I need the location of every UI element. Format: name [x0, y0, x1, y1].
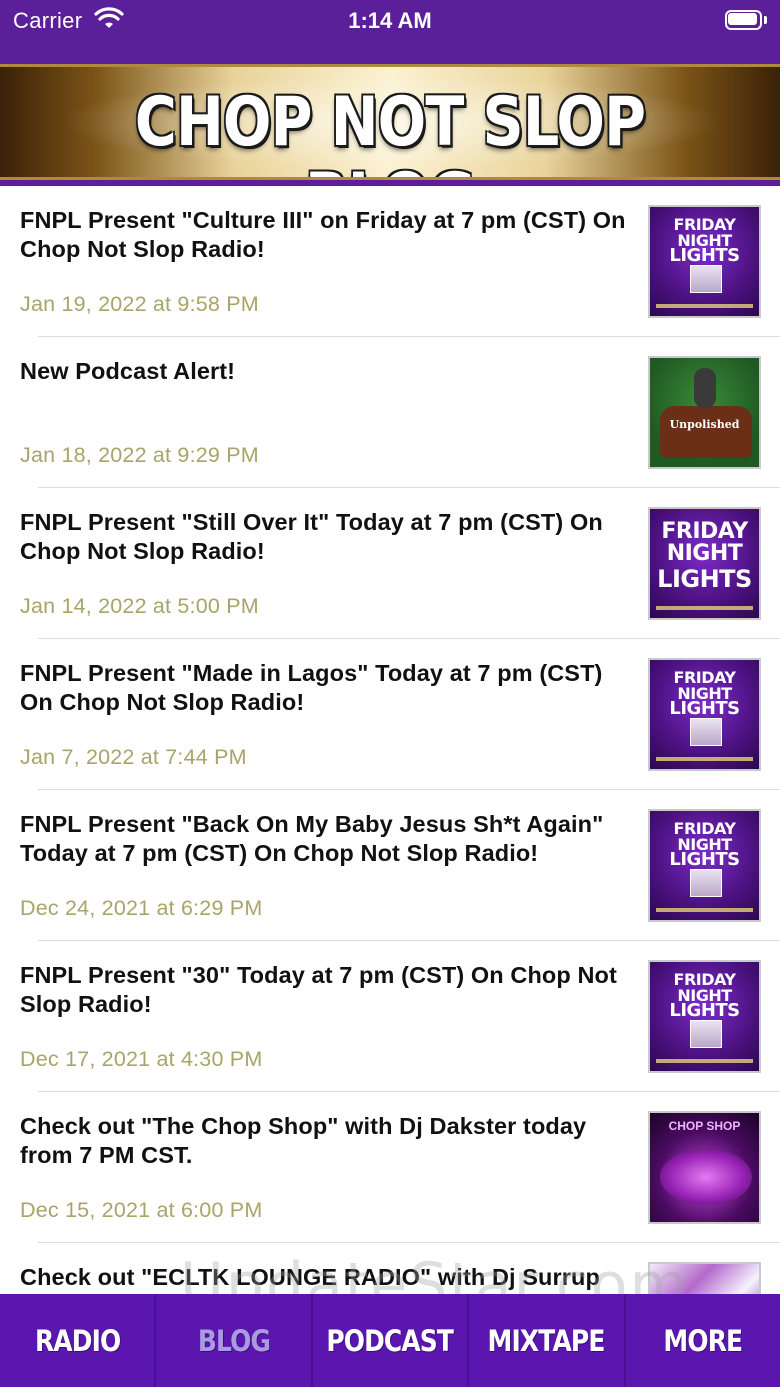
banner-title: CHOP NOT SLOP BLOG: [134, 83, 646, 178]
list-item[interactable]: FNPL Present "Back On My Baby Jesus Sh*t…: [0, 790, 780, 941]
tab-blog[interactable]: BLOG: [156, 1294, 313, 1387]
tab-label: MORE: [663, 1323, 743, 1358]
clock: 1:14 AM: [348, 8, 432, 33]
post-date: Dec 15, 2021 at 6:00 PM: [20, 1198, 263, 1222]
blog-banner: CHOP NOT SLOP BLOG: [0, 58, 780, 186]
post-title: FNPL Present "Back On My Baby Jesus Sh*t…: [20, 811, 604, 866]
list-item[interactable]: FNPL Present "Culture III" on Friday at …: [0, 186, 780, 337]
post-thumbnail: FRIDAY NIGHT LIGHTS: [648, 960, 761, 1073]
post-thumbnail: Unpolished: [648, 356, 761, 469]
post-title: FNPL Present "30" Today at 7 pm (CST) On…: [20, 962, 617, 1017]
post-title: FNPL Present "Still Over It" Today at 7 …: [20, 509, 603, 564]
post-thumbnail: FRIDAY NIGHT LIGHTS: [648, 809, 761, 922]
tab-label: MIXTAPE: [487, 1323, 606, 1358]
post-date: Jan 7, 2022 at 7:44 PM: [20, 745, 247, 769]
list-item[interactable]: FNPL Present "Made in Lagos" Today at 7 …: [0, 639, 780, 790]
list-item[interactable]: Check out "ECLTK LOUNGE RADIO" with Dj S…: [0, 1243, 780, 1294]
list-item[interactable]: FNPL Present "30" Today at 7 pm (CST) On…: [0, 941, 780, 1092]
tab-bar: RADIO BLOG PODCAST MIXTAPE MORE: [0, 1294, 780, 1387]
tab-label: BLOG: [197, 1323, 270, 1358]
post-title: Check out "ECLTK LOUNGE RADIO" with Dj S…: [20, 1264, 600, 1290]
post-list[interactable]: FNPL Present "Culture III" on Friday at …: [0, 186, 780, 1294]
list-item[interactable]: New Podcast Alert! Jan 18, 2022 at 9:29 …: [0, 337, 780, 488]
tab-label: RADIO: [34, 1323, 120, 1358]
battery-icon: [725, 10, 767, 30]
tab-podcast[interactable]: PODCAST: [313, 1294, 470, 1387]
post-date: Dec 24, 2021 at 6:29 PM: [20, 896, 263, 920]
status-bar: Carrier 1:14 AM: [0, 0, 780, 58]
post-thumbnail: CHOP SHOP: [648, 1111, 761, 1224]
post-date: Jan 14, 2022 at 5:00 PM: [20, 594, 259, 618]
list-item[interactable]: FNPL Present "Still Over It" Today at 7 …: [0, 488, 780, 639]
tab-radio[interactable]: RADIO: [0, 1294, 157, 1387]
tab-more[interactable]: MORE: [626, 1294, 780, 1387]
post-thumbnail: FRIDAY NIGHT LIGHTS: [648, 507, 761, 620]
list-item[interactable]: Check out "The Chop Shop" with Dj Dakste…: [0, 1092, 780, 1243]
tab-label: PODCAST: [326, 1323, 455, 1358]
post-date: Dec 17, 2021 at 4:30 PM: [20, 1047, 263, 1071]
post-thumbnail: [648, 1262, 761, 1294]
post-date: Jan 19, 2022 at 9:58 PM: [20, 292, 259, 316]
post-title: New Podcast Alert!: [20, 358, 236, 384]
post-title: FNPL Present "Culture III" on Friday at …: [20, 207, 626, 262]
post-title: FNPL Present "Made in Lagos" Today at 7 …: [20, 660, 603, 715]
post-title: Check out "The Chop Shop" with Dj Dakste…: [20, 1113, 587, 1168]
tab-mixtape[interactable]: MIXTAPE: [469, 1294, 626, 1387]
post-thumbnail: FRIDAY NIGHT LIGHTS: [648, 658, 761, 771]
post-date: Jan 18, 2022 at 9:29 PM: [20, 443, 259, 467]
post-thumbnail: FRIDAY NIGHT LIGHTS: [648, 205, 761, 318]
